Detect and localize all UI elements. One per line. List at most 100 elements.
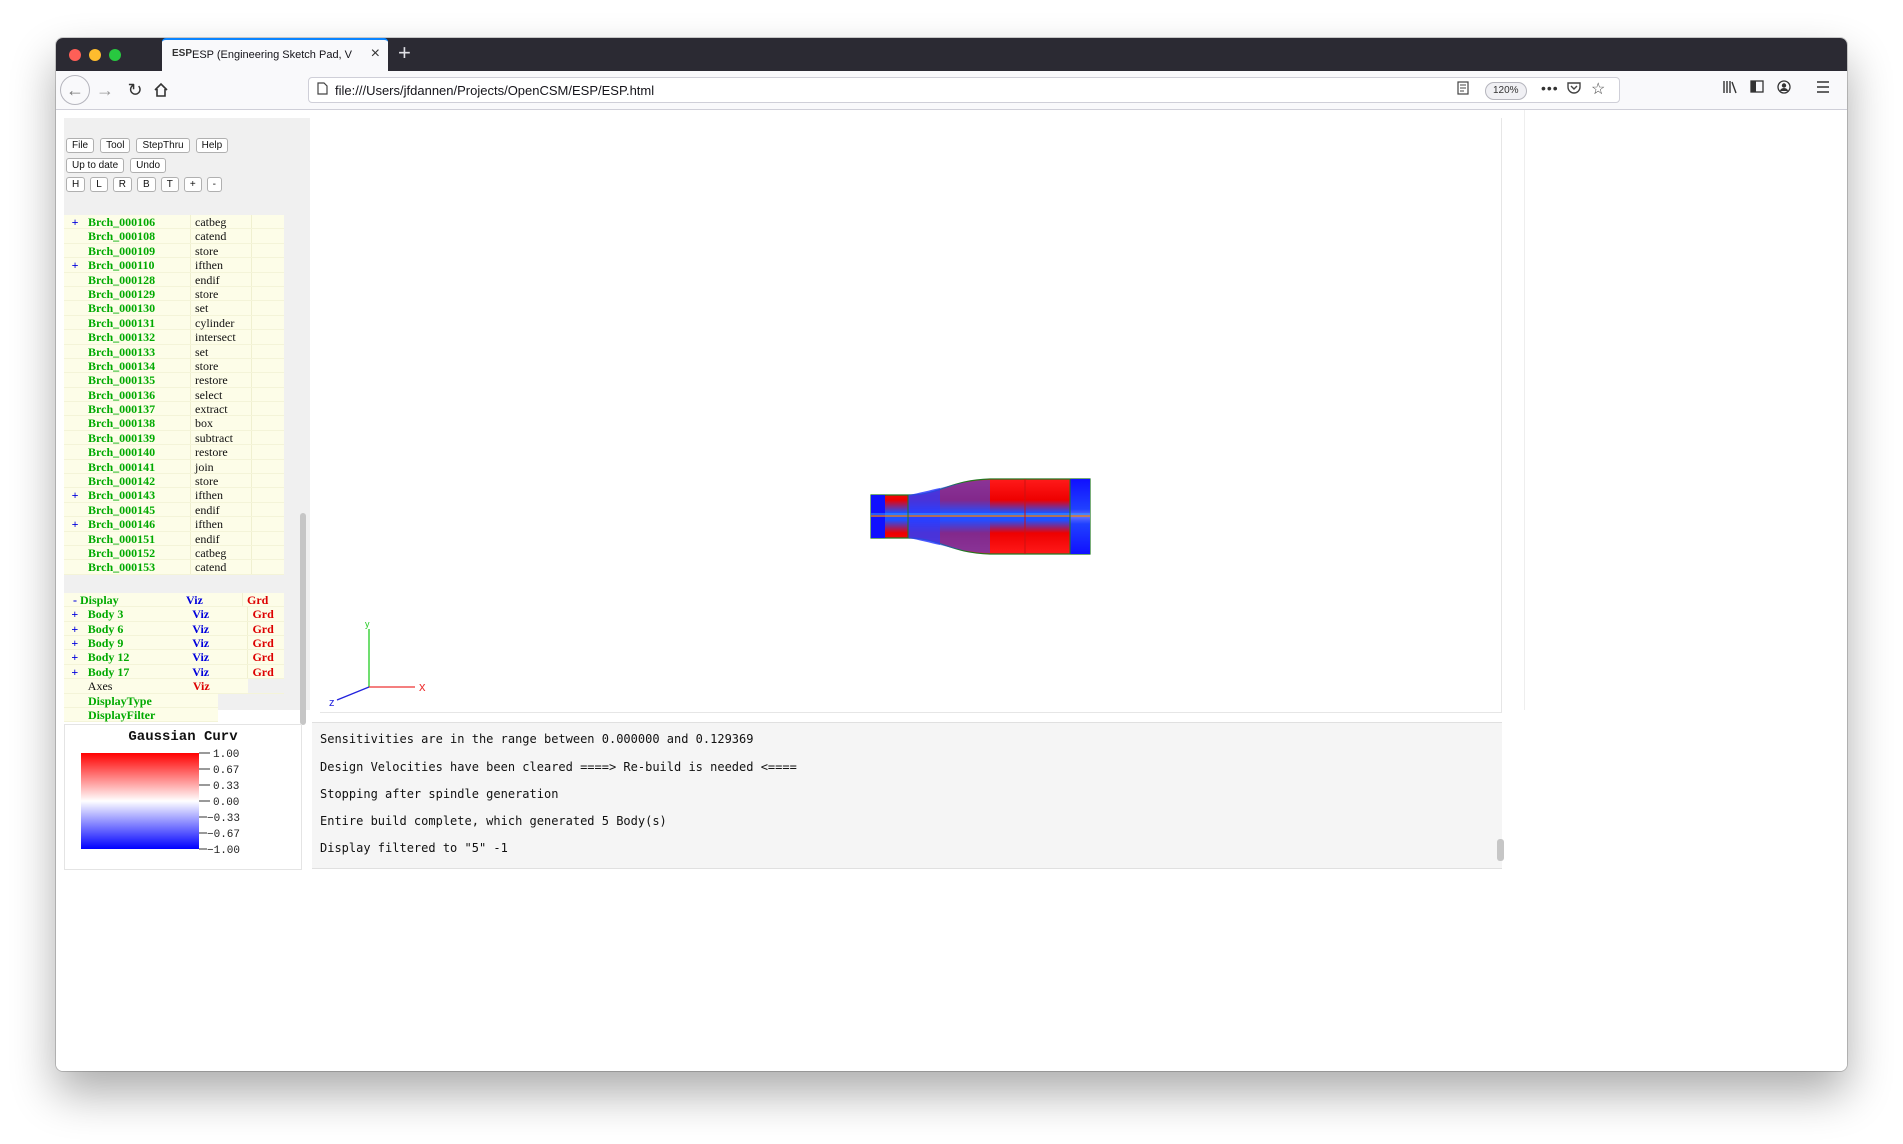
- undo-button[interactable]: Undo: [130, 158, 167, 173]
- expand-toggle[interactable]: +: [64, 622, 86, 636]
- body-name[interactable]: Body 6: [86, 622, 189, 636]
- expand-toggle[interactable]: [64, 273, 86, 286]
- body-row[interactable]: + Body 3 Viz Grd: [64, 607, 284, 622]
- branch-name[interactable]: Brch_000141: [86, 460, 190, 474]
- home-icon[interactable]: [148, 77, 174, 103]
- branch-type[interactable]: cylinder: [190, 315, 251, 330]
- branch-row[interactable]: Brch_000128 endif: [64, 272, 284, 287]
- expand-toggle[interactable]: [64, 445, 86, 458]
- reader-view-icon[interactable]: [1457, 81, 1469, 98]
- branch-type[interactable]: set: [190, 344, 251, 359]
- branch-type[interactable]: store: [190, 243, 251, 258]
- model-geometry[interactable]: [870, 478, 1091, 555]
- branch-type[interactable]: catend: [190, 229, 251, 243]
- expand-toggle[interactable]: +: [64, 215, 86, 229]
- branch-name[interactable]: Brch_000143: [86, 488, 190, 502]
- branch-row[interactable]: Brch_000132 intersect: [64, 330, 284, 345]
- branch-name[interactable]: Brch_000110: [86, 258, 190, 272]
- branch-type[interactable]: store: [190, 474, 251, 488]
- library-icon[interactable]: [1722, 80, 1738, 97]
- viewport-canvas[interactable]: y x z: [320, 118, 1501, 712]
- branch-type[interactable]: store: [190, 286, 251, 301]
- expand-toggle[interactable]: +: [64, 665, 86, 679]
- view-home-button[interactable]: H: [66, 177, 86, 192]
- viz-toggle[interactable]: Viz: [188, 665, 247, 679]
- body-name[interactable]: Body 12: [86, 650, 189, 664]
- body-row[interactable]: + Body 9 Viz Grd: [64, 635, 284, 651]
- viz-toggle[interactable]: Viz: [188, 607, 247, 621]
- expand-toggle[interactable]: [64, 431, 86, 444]
- branch-type[interactable]: catbeg: [190, 545, 251, 560]
- branch-name[interactable]: Brch_000129: [86, 287, 190, 301]
- zoom-in-button[interactable]: +: [183, 177, 202, 192]
- expand-toggle[interactable]: [64, 287, 86, 300]
- tree-scrollbar[interactable]: [300, 513, 306, 725]
- expand-toggle[interactable]: +: [64, 650, 86, 664]
- branch-type[interactable]: subtract: [190, 430, 251, 445]
- branch-row[interactable]: Brch_000135 restore: [64, 373, 284, 388]
- account-icon[interactable]: [1777, 80, 1791, 97]
- branch-row[interactable]: Brch_000133 set: [64, 344, 284, 359]
- body-row[interactable]: + Body 6 Viz Grd: [64, 621, 284, 636]
- console-scrollbar[interactable]: [1497, 839, 1504, 861]
- view-left-button[interactable]: L: [90, 177, 108, 192]
- expand-toggle[interactable]: [64, 316, 86, 329]
- expand-toggle[interactable]: [64, 373, 86, 386]
- expand-toggle[interactable]: [64, 345, 86, 358]
- branch-type[interactable]: set: [190, 301, 251, 315]
- branch-type[interactable]: restore: [190, 373, 251, 387]
- branch-name[interactable]: Brch_000151: [86, 532, 190, 546]
- zoom-window-button[interactable]: [109, 49, 121, 61]
- grd-toggle[interactable]: Grd: [242, 592, 279, 607]
- reload-icon[interactable]: ↻: [122, 77, 148, 103]
- branch-type[interactable]: endif: [190, 272, 251, 287]
- branch-type[interactable]: endif: [190, 531, 251, 546]
- grd-toggle[interactable]: Grd: [247, 621, 284, 636]
- body-row[interactable]: + Body 12 Viz Grd: [64, 650, 284, 665]
- branch-name[interactable]: Brch_000153: [86, 560, 190, 574]
- body-row[interactable]: + Body 17 Viz Grd: [64, 664, 284, 680]
- expand-toggle[interactable]: [64, 532, 86, 545]
- expand-toggle[interactable]: [64, 330, 86, 343]
- branch-row[interactable]: Brch_000152 catbeg: [64, 545, 284, 561]
- grd-toggle[interactable]: Grd: [247, 664, 284, 679]
- branch-type[interactable]: restore: [190, 445, 251, 459]
- branch-row[interactable]: Brch_000140 restore: [64, 445, 284, 460]
- branch-name[interactable]: Brch_000106: [86, 215, 190, 229]
- back-arrow-icon[interactable]: ←: [60, 75, 90, 105]
- grd-toggle[interactable]: Grd: [247, 650, 284, 664]
- expand-toggle[interactable]: [64, 416, 86, 429]
- close-tab-icon[interactable]: ×: [371, 45, 380, 63]
- expand-toggle[interactable]: [64, 402, 86, 415]
- branch-row[interactable]: Brch_000145 endif: [64, 502, 284, 518]
- branch-name[interactable]: Brch_000138: [86, 416, 190, 430]
- branch-type[interactable]: ifthen: [190, 517, 251, 531]
- branch-name[interactable]: Brch_000133: [86, 345, 190, 359]
- branch-row[interactable]: + Brch_000146 ifthen: [64, 517, 284, 532]
- minimize-window-button[interactable]: [89, 49, 101, 61]
- branch-name[interactable]: Brch_000131: [86, 316, 190, 330]
- grd-toggle[interactable]: Grd: [247, 635, 284, 650]
- branch-type[interactable]: box: [190, 416, 251, 430]
- branch-row[interactable]: Brch_000139 subtract: [64, 430, 284, 446]
- branch-row[interactable]: + Brch_000106 catbeg: [64, 215, 284, 230]
- expand-toggle[interactable]: +: [64, 488, 86, 502]
- branch-row[interactable]: Brch_000130 set: [64, 301, 284, 316]
- expand-toggle[interactable]: [64, 546, 86, 559]
- expand-toggle[interactable]: [64, 460, 86, 473]
- zoom-out-button[interactable]: -: [206, 177, 222, 192]
- close-window-button[interactable]: [69, 49, 81, 61]
- body-name[interactable]: Body 9: [86, 636, 189, 650]
- branch-name[interactable]: Brch_000142: [86, 474, 190, 488]
- hamburger-menu-icon[interactable]: [1816, 80, 1830, 96]
- display-header-row[interactable]: - Display Viz Grd: [64, 592, 284, 608]
- branch-row[interactable]: Brch_000142 store: [64, 474, 284, 489]
- branch-type[interactable]: store: [190, 358, 251, 373]
- help-button[interactable]: Help: [195, 138, 229, 153]
- branch-name[interactable]: Brch_000132: [86, 330, 190, 344]
- expand-toggle[interactable]: [64, 503, 86, 516]
- view-right-button[interactable]: R: [112, 177, 133, 192]
- expand-toggle[interactable]: [64, 388, 86, 401]
- branch-type[interactable]: select: [190, 387, 251, 402]
- branch-name[interactable]: Brch_000134: [86, 359, 190, 373]
